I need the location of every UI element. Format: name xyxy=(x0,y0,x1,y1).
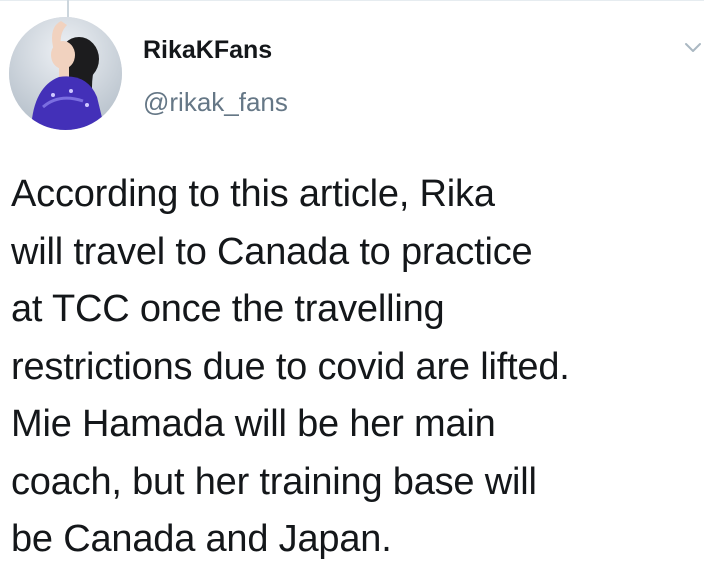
tweet-menu-button[interactable] xyxy=(682,36,704,58)
tweet-text-line: restrictions due to covid are lifted. xyxy=(11,345,570,388)
avatar[interactable] xyxy=(9,17,122,130)
chevron-down-icon xyxy=(685,43,701,52)
tweet-text-line: be Canada and Japan. xyxy=(11,518,392,560)
tweet-text-line: at TCC once the travelling xyxy=(11,288,445,330)
tweet-text-line: will travel to Canada to practice xyxy=(11,230,533,273)
top-divider xyxy=(0,0,704,1)
thread-connector-line xyxy=(67,0,69,17)
figure-skater-avatar-icon xyxy=(9,17,122,130)
tweet-text: According to this article, Rika will tra… xyxy=(11,166,701,569)
tweet-text-line: Mie Hamada will be her main xyxy=(11,403,496,445)
author-name[interactable]: RikaKFans xyxy=(143,34,272,66)
tweet-text-line: According to this article, Rika xyxy=(11,173,495,215)
tweet-text-line: coach, but her training base will xyxy=(11,460,537,503)
author-handle[interactable]: @rikak_fans xyxy=(143,86,288,118)
